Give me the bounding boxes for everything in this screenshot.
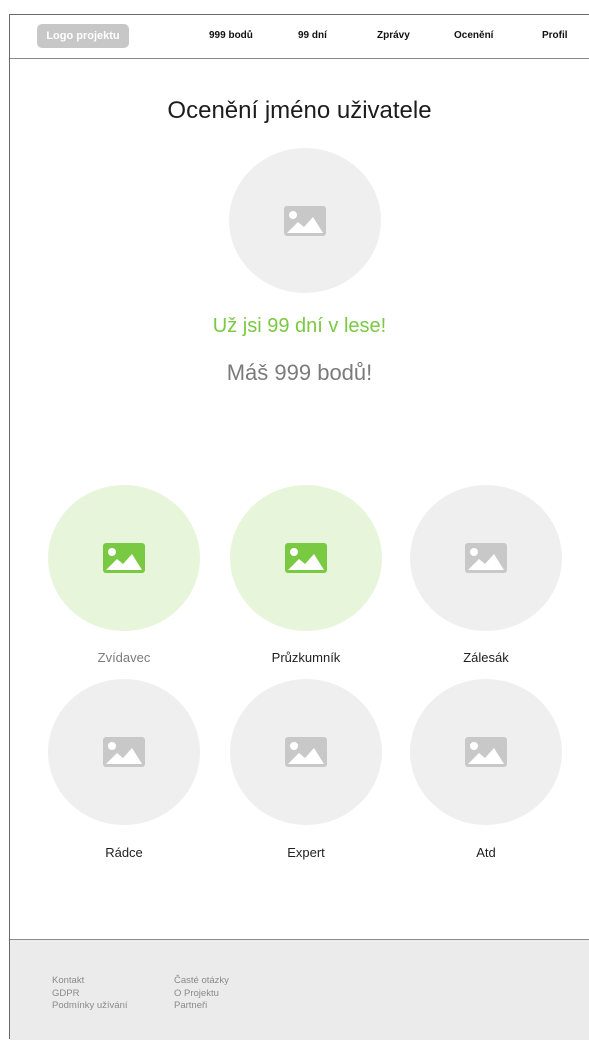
badge-label-zalesak: Zálesák [463,650,509,665]
points-message: Máš 999 bodů! [226,360,373,385]
logo[interactable]: Logo projektu [37,24,129,48]
image-placeholder-icon [103,737,145,767]
image-earned-icon [285,543,327,573]
top-navigation: Logo projektu 999 bodů 99 dní Zprávy Oce… [10,15,589,59]
footer-link-faq[interactable]: Časté otázky [174,975,229,988]
footer: Kontakt GDPR Podmínky užívání Časté otáz… [10,939,589,1040]
nav-messages[interactable]: Zprávy [377,30,410,41]
badge-radce[interactable] [48,679,200,825]
footer-links-right: Časté otázky O Projektu Partneři [174,975,229,1013]
badge-label-expert: Expert [287,845,325,860]
days-message: Už jsi 99 dní v lese! [212,315,387,337]
image-placeholder-icon [285,737,327,767]
badge-zalesak[interactable] [410,485,562,631]
badge-label-zvidavec: Zvídavec [97,650,151,665]
image-placeholder-icon [284,205,326,236]
badge-label-pruzkumnik: Průzkumník [271,650,341,665]
footer-link-gdpr[interactable]: GDPR [52,988,128,1001]
page-frame: Logo projektu 999 bodů 99 dní Zprávy Oce… [9,14,589,1040]
badge-pruzkumnik[interactable] [230,485,382,631]
page-title: Ocenění jméno uživatele [167,97,432,124]
image-placeholder-icon [465,543,507,573]
footer-link-terms[interactable]: Podmínky užívání [52,1000,128,1013]
nav-days[interactable]: 99 dní [298,30,327,41]
badge-expert[interactable] [230,679,382,825]
badge-atd[interactable] [410,679,562,825]
nav-points[interactable]: 999 bodů [209,30,253,41]
nav-awards[interactable]: Ocenění [454,30,493,41]
image-earned-icon [103,543,145,573]
footer-link-about[interactable]: O Projektu [174,988,229,1001]
nav-profile[interactable]: Profil [542,30,568,41]
image-placeholder-icon [465,737,507,767]
badge-label-atd: Atd [476,845,496,860]
badge-zvidavec[interactable] [48,485,200,631]
footer-links-left: Kontakt GDPR Podmínky užívání [52,975,128,1013]
footer-link-partners[interactable]: Partneři [174,1000,229,1013]
footer-link-contact[interactable]: Kontakt [52,975,128,988]
badge-label-radce: Rádce [105,845,143,860]
user-avatar [229,148,381,293]
